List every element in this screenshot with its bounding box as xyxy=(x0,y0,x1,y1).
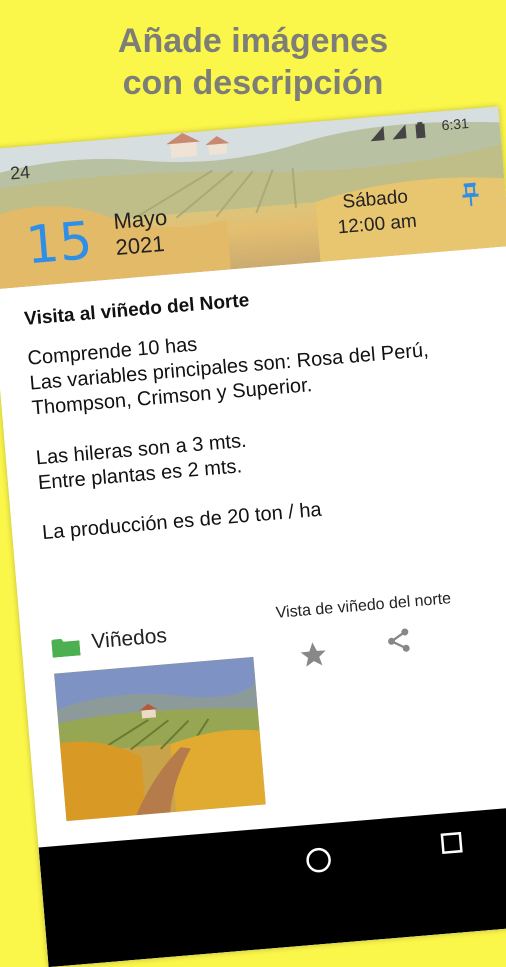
phone-screen: 6:31 24 15 Mayo 2021 Sábado 12:00 am Vis… xyxy=(0,106,506,967)
signal-icon xyxy=(392,124,407,140)
date-day: 15 xyxy=(23,211,95,277)
pin-icon[interactable] xyxy=(458,180,483,213)
date-year: 2021 xyxy=(114,230,166,260)
star-icon[interactable] xyxy=(297,639,330,676)
signal-icon xyxy=(370,126,385,142)
home-button-icon[interactable] xyxy=(303,845,334,880)
battery-icon xyxy=(415,121,426,139)
recent-apps-icon[interactable] xyxy=(439,830,465,861)
attached-image-thumbnail[interactable] xyxy=(54,656,266,822)
note-description: Comprende 10 has Las variables principal… xyxy=(26,333,430,545)
promo-headline: Añade imágenes con descripción xyxy=(0,20,506,104)
promo-headline-line1: Añade imágenes xyxy=(117,22,389,60)
promo-headline-line2: con descripción xyxy=(122,64,384,102)
status-time: 6:31 xyxy=(440,115,470,134)
share-icon[interactable] xyxy=(383,626,414,661)
folder-icon xyxy=(51,635,81,662)
note-count: 24 xyxy=(9,161,31,184)
date-month-year: Mayo 2021 xyxy=(112,205,170,261)
date-weekday-time: Sábado 12:00 am xyxy=(335,184,418,240)
